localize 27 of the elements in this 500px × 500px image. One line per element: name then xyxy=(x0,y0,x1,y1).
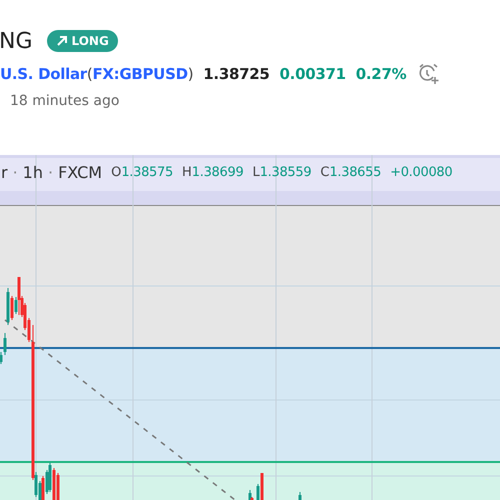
change-text: 0.00371 xyxy=(280,65,346,83)
candle xyxy=(298,492,302,500)
arrow-up-right-icon xyxy=(56,35,68,47)
change-percent-text: 0.27% xyxy=(356,65,406,83)
separator-text: · xyxy=(48,163,54,182)
long-badge: LONG xyxy=(46,30,118,52)
ohlc-value: 1.38559 xyxy=(260,165,312,180)
alarm-clock-add-icon[interactable] xyxy=(418,63,440,85)
legend-change-text: +0.00080 xyxy=(390,165,452,180)
idea-title: NG xyxy=(0,28,33,54)
legend-text: 1h xyxy=(22,163,43,182)
ticker-link[interactable]: FX:GBPUSD xyxy=(92,65,188,83)
symbol-name-link[interactable]: U.S. Dollar xyxy=(0,65,87,83)
ohlc-value: 1.38699 xyxy=(192,165,244,180)
ohlc-label: C xyxy=(320,165,330,180)
ohlc-label: O xyxy=(111,165,122,180)
published-time: 18 minutes ago xyxy=(10,93,120,109)
legend-text: r xyxy=(1,163,8,182)
ohlc-label: H xyxy=(182,165,192,180)
paren-text: ( xyxy=(86,65,92,83)
ohlc-label: L xyxy=(252,165,260,180)
separator-text: · xyxy=(12,163,18,182)
price-text: 1.38725 xyxy=(203,65,270,83)
ohlc-value: 1.38575 xyxy=(121,165,173,180)
legend-text: FXCM xyxy=(58,163,102,182)
ohlc-value: 1.38655 xyxy=(329,165,382,180)
paren-text: ) xyxy=(188,65,194,83)
